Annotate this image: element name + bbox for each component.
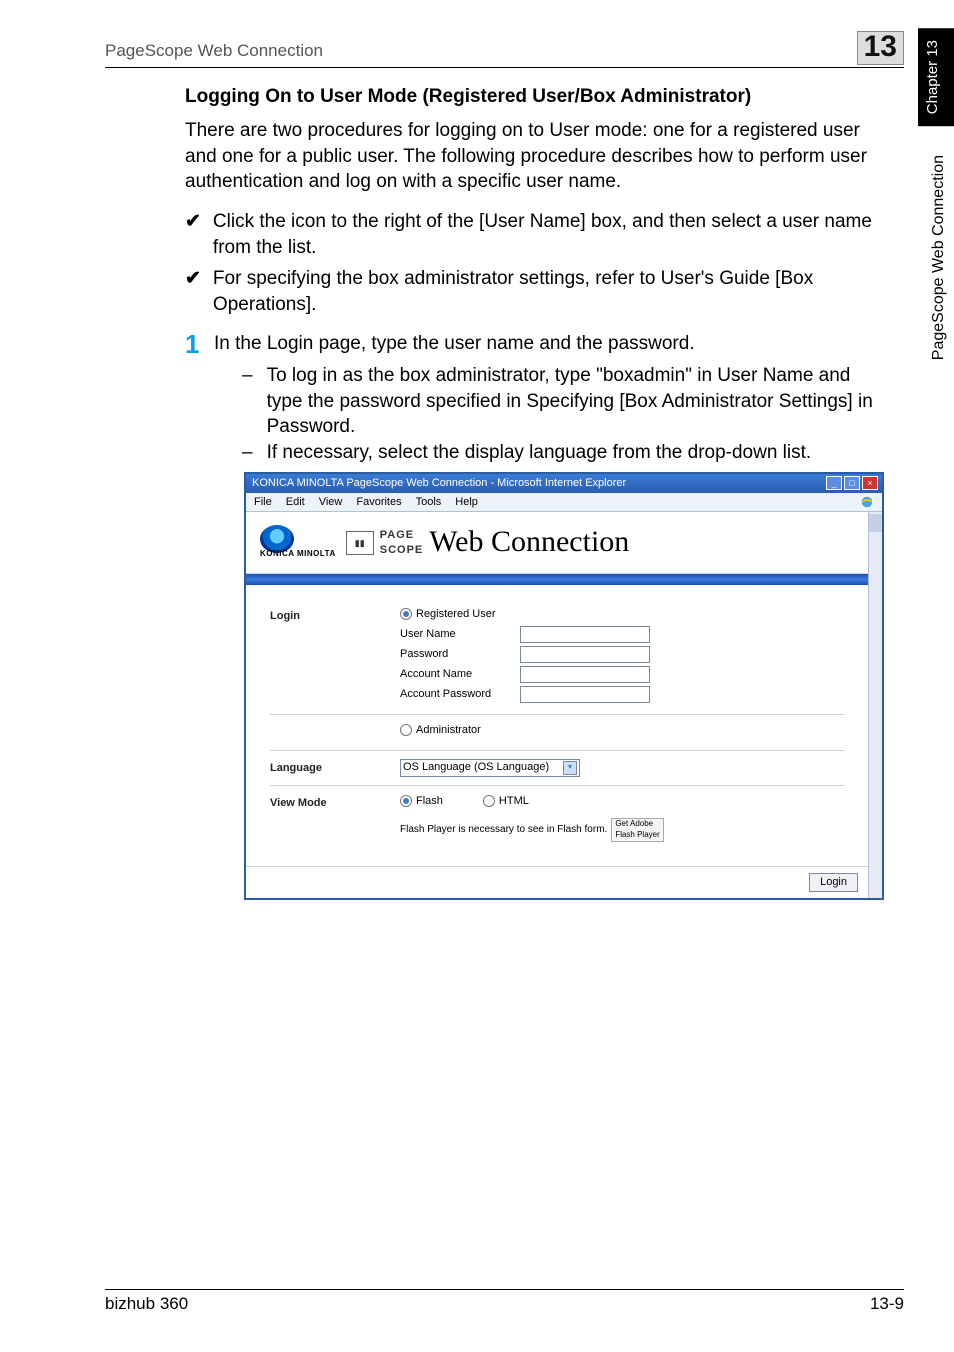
step-text: In the Login page, type the user name an… [214, 331, 884, 357]
sub-bullet-text: If necessary, select the display languag… [267, 440, 812, 466]
header-title: PageScope Web Connection [105, 41, 323, 61]
menu-tools[interactable]: Tools [416, 495, 442, 510]
maximize-button[interactable]: □ [844, 476, 860, 490]
menu-file[interactable]: File [254, 495, 272, 510]
sub-bullet: – To log in as the box administrator, ty… [242, 363, 884, 440]
page-header: PageScope Web Connection 13 [105, 30, 904, 68]
language-label: Language [270, 759, 400, 777]
password-label: Password [400, 647, 520, 662]
login-button[interactable]: Login [809, 873, 858, 892]
administrator-radio[interactable]: Administrator [400, 723, 844, 738]
scrollbar-thumb[interactable] [869, 514, 882, 532]
get-adobe-badge[interactable]: Get AdobeFlash Player [611, 818, 663, 842]
brand-banner: KONICA MINOLTA ▮▮ PAGE SCOPE Web Connect… [246, 512, 868, 569]
view-mode-label: View Mode [270, 794, 400, 842]
language-value: OS Language (OS Language) [403, 760, 549, 775]
web-connection-title: Web Connection [429, 522, 629, 563]
minimize-button[interactable]: _ [826, 476, 842, 490]
check-icon: ✔ [185, 209, 201, 260]
registered-user-label: Registered User [416, 607, 495, 622]
user-name-label: User Name [400, 627, 520, 642]
html-label: HTML [499, 794, 529, 809]
flash-radio[interactable]: Flash [400, 794, 443, 809]
menu-favorites[interactable]: Favorites [356, 495, 401, 510]
konica-minolta-text: KONICA MINOLTA [260, 549, 336, 560]
window-titlebar: KONICA MINOLTA PageScope Web Connection … [246, 474, 882, 493]
password-input[interactable] [520, 646, 650, 663]
account-password-input[interactable] [520, 686, 650, 703]
pagescope-page-label: PAGE [380, 528, 424, 543]
language-select[interactable]: OS Language (OS Language) ▾ [400, 759, 580, 777]
check-text: Click the icon to the right of the [User… [213, 209, 884, 260]
chevron-down-icon: ▾ [563, 761, 577, 775]
dash-icon: – [242, 363, 253, 440]
section-heading: Logging On to User Mode (Registered User… [185, 86, 884, 108]
pagescope-scope-label: SCOPE [380, 543, 424, 558]
browser-window: KONICA MINOLTA PageScope Web Connection … [244, 472, 884, 900]
login-label: Login [270, 607, 400, 706]
vertical-scrollbar[interactable] [868, 512, 882, 897]
administrator-label: Administrator [416, 723, 481, 738]
step-number: 1 [185, 331, 214, 899]
account-password-label: Account Password [400, 687, 520, 702]
user-name-input[interactable] [520, 626, 650, 643]
prerequisite-list: ✔ Click the icon to the right of the [Us… [185, 209, 884, 318]
check-icon: ✔ [185, 266, 201, 317]
menu-view[interactable]: View [319, 495, 343, 510]
flash-label: Flash [416, 794, 443, 809]
footer-left: bizhub 360 [105, 1294, 188, 1314]
menu-help[interactable]: Help [455, 495, 478, 510]
radio-unchecked-icon [400, 724, 412, 736]
check-item: ✔ For specifying the box administrator s… [185, 266, 884, 317]
sub-bullet: – If necessary, select the display langu… [242, 440, 884, 466]
menu-bar: File Edit View Favorites Tools Help [246, 493, 882, 513]
menu-edit[interactable]: Edit [286, 495, 305, 510]
radio-checked-icon [400, 795, 412, 807]
account-name-label: Account Name [400, 667, 520, 682]
page-footer: bizhub 360 13-9 [105, 1289, 904, 1314]
login-form: Login Registered User User Name [246, 585, 868, 866]
ie-logo-icon [860, 495, 874, 509]
radio-unchecked-icon [483, 795, 495, 807]
chapter-number: 13 [857, 30, 904, 65]
html-radio[interactable]: HTML [483, 794, 529, 809]
check-item: ✔ Click the icon to the right of the [Us… [185, 209, 884, 260]
account-name-input[interactable] [520, 666, 650, 683]
radio-checked-icon [400, 608, 412, 620]
dash-icon: – [242, 440, 253, 466]
registered-user-radio[interactable]: Registered User [400, 607, 844, 622]
footer-right: 13-9 [870, 1294, 904, 1314]
step-1: 1 In the Login page, type the user name … [185, 331, 884, 899]
flash-note-text: Flash Player is necessary to see in Flas… [400, 823, 607, 837]
close-button[interactable]: × [862, 476, 878, 490]
sub-bullet-text: To log in as the box administrator, type… [267, 363, 884, 440]
banner-divider [246, 573, 868, 585]
intro-paragraph: There are two procedures for logging on … [185, 118, 884, 195]
check-text: For specifying the box administrator set… [213, 266, 884, 317]
window-title: KONICA MINOLTA PageScope Web Connection … [252, 476, 626, 491]
pagescope-logo-icon: ▮▮ [346, 531, 374, 555]
